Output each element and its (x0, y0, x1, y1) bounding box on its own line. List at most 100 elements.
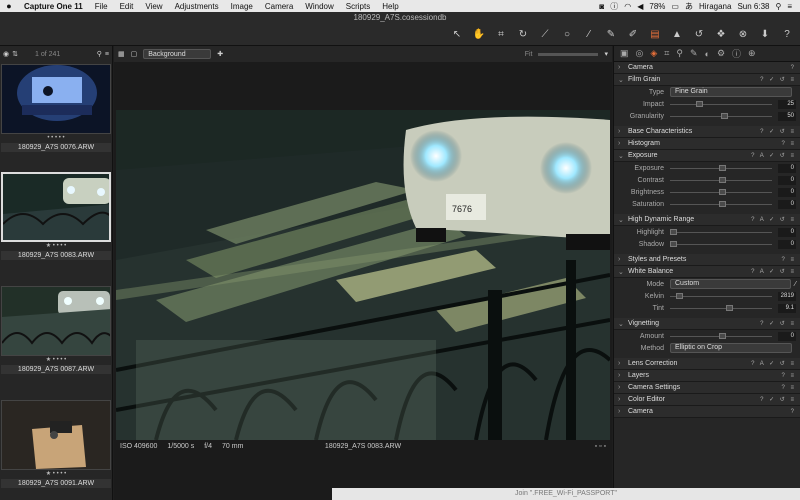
section-actions-icon[interactable]: ? A ✓ ↺ ≡ (751, 216, 796, 223)
apple-icon[interactable]: ● (0, 1, 18, 11)
sort-icon[interactable]: ⇅ (12, 50, 18, 58)
kelvin-slider[interactable] (670, 292, 772, 299)
section-film-grain[interactable]: ⌄ Film Grain ? ✓ ↺ ≡ (614, 74, 800, 86)
film-grain-type-select[interactable]: Fine Grain (670, 87, 792, 97)
tint-value[interactable]: 9.1 (778, 303, 796, 313)
section-camera-2[interactable]: › Camera ? (614, 406, 800, 418)
color-icon[interactable]: ❖ (714, 28, 728, 42)
shadow-knob[interactable] (670, 240, 677, 247)
spot-tool-icon[interactable]: ○ (560, 28, 574, 42)
section-base-characteristics[interactable]: › Base Characteristics ? ✓ ↺ ≡ (614, 126, 800, 138)
tab-color-icon[interactable]: ◈ (650, 48, 657, 59)
wb-picker-icon[interactable]: ⁄ (795, 281, 796, 288)
rating-stars[interactable]: ★ • • • • (1, 470, 111, 479)
section-histogram[interactable]: › Histogram ? ≡ (614, 138, 800, 150)
section-white-balance[interactable]: ⌄ White Balance ? A ✓ ↺ ≡ (614, 266, 800, 278)
help-icon[interactable]: ? (780, 28, 794, 42)
tint-slider[interactable] (670, 304, 772, 311)
section-exposure[interactable]: ⌄ Exposure ? A ✓ ↺ ≡ (614, 150, 800, 162)
battery-icon[interactable]: ▭ (671, 2, 679, 11)
menu-adjustments[interactable]: Adjustments (169, 2, 225, 11)
thumbnail-0083[interactable]: ★ • • • • 180929_A7S 0083.ARW (1, 172, 111, 260)
tab-library-icon[interactable]: ▣ (620, 48, 629, 59)
granularity-slider[interactable] (670, 112, 772, 119)
vignetting-amount-value[interactable]: 0 (778, 331, 796, 341)
help-icon[interactable]: ? (791, 65, 796, 71)
section-lens-correction[interactable]: › Lens Correction ? A ✓ ↺ ≡ (614, 358, 800, 370)
brightness-slider[interactable] (670, 188, 772, 195)
section-actions-icon[interactable]: ? A ✓ ↺ ≡ (751, 360, 796, 367)
section-styles-presets[interactable]: › Styles and Presets ? ≡ (614, 254, 800, 266)
camera-status-icon[interactable]: ◙ (599, 2, 604, 11)
impact-value[interactable]: 25 (778, 99, 796, 109)
info-icon[interactable]: ⓘ (610, 1, 618, 12)
granularity-value[interactable]: 50 (778, 111, 796, 121)
section-layers[interactable]: › Layers ? ≡ (614, 370, 800, 382)
tab-metadata-icon[interactable]: ⊕ (748, 48, 756, 59)
tab-batch-icon[interactable]: ⚙ (717, 48, 725, 59)
input-source-icon[interactable]: あ (685, 1, 693, 12)
impact-knob[interactable] (695, 100, 703, 107)
pan-tool-icon[interactable]: ✋ (472, 28, 486, 42)
section-actions-icon[interactable]: ? ≡ (781, 257, 796, 263)
section-actions-icon[interactable]: ? ≡ (781, 385, 796, 391)
section-color-editor[interactable]: › Color Editor ? ✓ ↺ ≡ (614, 394, 800, 406)
thumbnail-0076[interactable]: • • • • • 180929_A7S 0076.ARW (1, 64, 111, 152)
thumbnail-image[interactable] (1, 400, 111, 470)
rating-stars[interactable]: • • • • • (1, 134, 111, 143)
picker-tool-icon[interactable]: ⁄ (582, 28, 596, 42)
annotate-tool-icon[interactable]: ✐ (626, 28, 640, 42)
highlight-knob[interactable] (670, 228, 677, 235)
section-camera-settings[interactable]: › Camera Settings ? ≡ (614, 382, 800, 394)
wifi-join-dialog[interactable]: Join ".FREE_Wi-Fi_PASSPORT" (332, 488, 800, 500)
main-photo[interactable]: 7676 (116, 110, 610, 440)
tab-lens-icon[interactable]: ⌗ (664, 48, 669, 59)
brush-tool-icon[interactable]: ✎ (604, 28, 618, 42)
help-icon[interactable]: ? (791, 409, 796, 415)
thumbnail-0091[interactable]: ★ • • • • 180929_A7S 0091.ARW (1, 400, 111, 488)
export-icon[interactable]: ⬇ (758, 28, 772, 42)
saturation-slider[interactable] (670, 200, 772, 207)
saturation-value[interactable]: 0 (778, 199, 796, 209)
warning-icon[interactable]: ▲ (670, 28, 684, 42)
rotate-tool-icon[interactable]: ↻ (516, 28, 530, 42)
vignetting-amount-knob[interactable] (718, 332, 726, 339)
section-vignetting[interactable]: ⌄ Vignetting ? ✓ ↺ ≡ (614, 318, 800, 330)
spotlight-icon[interactable]: ⚲ (775, 2, 781, 11)
menu-scripts[interactable]: Scripts (340, 2, 376, 11)
volume-icon[interactable]: ◀ (637, 2, 643, 11)
brightness-value[interactable]: 0 (778, 187, 796, 197)
contrast-value[interactable]: 0 (778, 175, 796, 185)
eye-icon[interactable]: ◉ (3, 50, 9, 58)
layer-select[interactable]: Background (143, 49, 212, 59)
notification-center-icon[interactable]: ≡ (787, 2, 792, 11)
exposure-knob[interactable] (718, 164, 726, 171)
contrast-slider[interactable] (670, 176, 772, 183)
thumbnail-image[interactable] (1, 172, 111, 242)
exposure-value[interactable]: 0 (778, 163, 796, 173)
section-actions-icon[interactable]: ? ✓ ↺ ≡ (760, 320, 796, 327)
reset-icon[interactable]: ↺ (692, 28, 706, 42)
add-layer-icon[interactable]: ✚ (217, 50, 223, 58)
rating-stars[interactable]: ★ • • • • (1, 242, 111, 251)
menu-edit[interactable]: Edit (114, 2, 140, 11)
vignetting-method-select[interactable]: Elliptic on Crop (670, 343, 792, 353)
zoom-slider[interactable] (538, 52, 599, 56)
kelvin-value[interactable]: 2819 (778, 291, 796, 301)
zoom-menu-icon[interactable]: ▾ (604, 50, 608, 58)
single-view-icon[interactable]: ▢ (131, 50, 138, 58)
highlight-value[interactable]: 0 (778, 227, 796, 237)
menu-help[interactable]: Help (376, 2, 404, 11)
section-actions-icon[interactable]: ? ✓ ↺ ≡ (760, 128, 796, 135)
tint-knob[interactable] (726, 304, 734, 311)
brightness-knob[interactable] (718, 188, 726, 195)
input-source[interactable]: Hiragana (699, 2, 731, 11)
section-actions-icon[interactable]: ? ≡ (781, 373, 796, 379)
section-actions-icon[interactable]: ? A ✓ ↺ ≡ (751, 268, 796, 275)
section-camera[interactable]: › Camera ? (614, 62, 800, 74)
menu-camera[interactable]: Camera (259, 2, 299, 11)
thumbnail-0087[interactable]: ★ • • • • 180929_A7S 0087.ARW (1, 286, 111, 374)
shadow-value[interactable]: 0 (778, 239, 796, 249)
menu-view[interactable]: View (139, 2, 168, 11)
section-hdr[interactable]: ⌄ High Dynamic Range ? A ✓ ↺ ≡ (614, 214, 800, 226)
